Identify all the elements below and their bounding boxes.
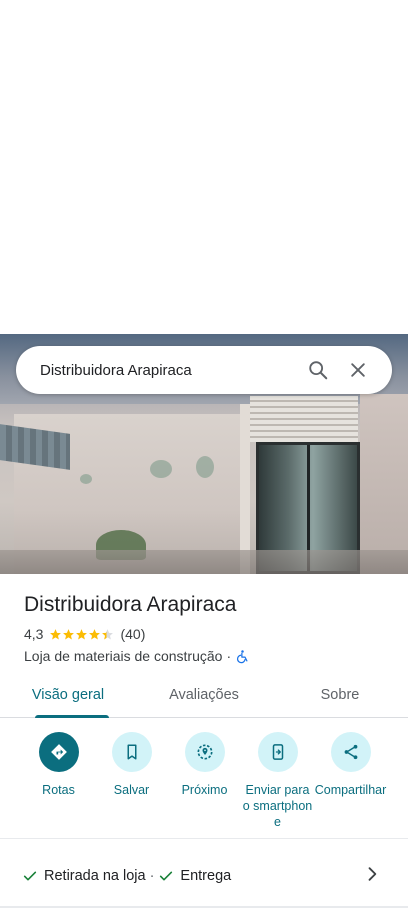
photo-detail bbox=[150, 460, 172, 478]
service-option-label: Entrega bbox=[180, 868, 232, 884]
reviews-count[interactable]: (40) bbox=[120, 626, 145, 642]
bookmark-icon[interactable] bbox=[111, 732, 152, 772]
map-area[interactable] bbox=[0, 0, 408, 334]
photo-detail bbox=[196, 456, 214, 478]
action-label: Próximo bbox=[181, 783, 228, 797]
search-bar[interactable]: Distribuidora Arapiraca bbox=[16, 346, 392, 394]
star-icon bbox=[50, 628, 62, 639]
tab-reviews[interactable]: Avaliações bbox=[136, 676, 272, 717]
rating-row[interactable]: 4,3 (40) bbox=[24, 626, 145, 642]
close-icon[interactable] bbox=[338, 350, 378, 390]
action-label: Salvar bbox=[113, 783, 150, 797]
category-row: Loja de materiais de construção · bbox=[24, 648, 250, 664]
chevron-right-icon[interactable] bbox=[362, 864, 382, 884]
directions-icon[interactable] bbox=[38, 732, 79, 772]
action-label: Rotas bbox=[42, 783, 75, 797]
photo-pillar bbox=[240, 404, 250, 574]
place-title: Distribuidora Arapiraca bbox=[24, 593, 237, 616]
nearby-icon[interactable] bbox=[184, 732, 225, 772]
divider bbox=[0, 838, 408, 839]
rating-stars bbox=[49, 628, 114, 641]
nearby-button[interactable]: Próximo bbox=[168, 732, 241, 832]
separator: · bbox=[149, 868, 155, 884]
tab-about[interactable]: Sobre bbox=[272, 676, 408, 717]
wheelchair-icon bbox=[237, 649, 248, 663]
tab-bar: Visão geral Avaliações Sobre bbox=[0, 676, 408, 718]
service-options-row[interactable]: Retirada na loja · Entrega bbox=[0, 856, 408, 896]
photo-wall-right bbox=[360, 394, 408, 574]
check-icon bbox=[23, 871, 37, 881]
photo-detail bbox=[80, 474, 92, 484]
share-icon[interactable] bbox=[330, 732, 371, 772]
tab-label: Visão geral bbox=[31, 687, 105, 703]
tab-label: Sobre bbox=[320, 687, 360, 703]
service-option: Entrega bbox=[158, 868, 231, 884]
send-to-phone-button[interactable]: Enviar para o smartphone bbox=[241, 732, 314, 832]
search-query[interactable]: Distribuidora Arapiraca bbox=[40, 362, 298, 379]
rating-value: 4,3 bbox=[24, 626, 44, 642]
action-label: Enviar para o smartphone bbox=[242, 783, 313, 829]
photo-shutter bbox=[250, 396, 358, 442]
save-button[interactable]: Salvar bbox=[95, 732, 168, 832]
service-option: Retirada na loja bbox=[22, 868, 146, 884]
check-icon bbox=[160, 871, 173, 881]
tab-overview[interactable]: Visão geral bbox=[0, 676, 136, 718]
share-button[interactable]: Compartilhar bbox=[314, 732, 387, 832]
search-icon[interactable] bbox=[298, 350, 338, 390]
tab-label: Avaliações bbox=[169, 687, 239, 703]
star-icon bbox=[89, 628, 101, 639]
action-buttons: Rotas Salvar Próximo Enviar para o smart… bbox=[0, 732, 408, 832]
place-category: Loja de materiais de construção bbox=[24, 648, 223, 664]
action-label: Compartilhar bbox=[314, 783, 387, 797]
star-icon bbox=[76, 628, 88, 639]
directions-button[interactable]: Rotas bbox=[22, 732, 95, 832]
star-half-icon bbox=[102, 628, 114, 639]
separator: · bbox=[226, 648, 232, 664]
photo-ground bbox=[0, 550, 408, 574]
send-to-phone-icon[interactable] bbox=[257, 732, 298, 772]
tab-active-indicator bbox=[35, 715, 109, 718]
service-option-label: Retirada na loja bbox=[44, 868, 146, 884]
star-icon bbox=[63, 628, 75, 639]
